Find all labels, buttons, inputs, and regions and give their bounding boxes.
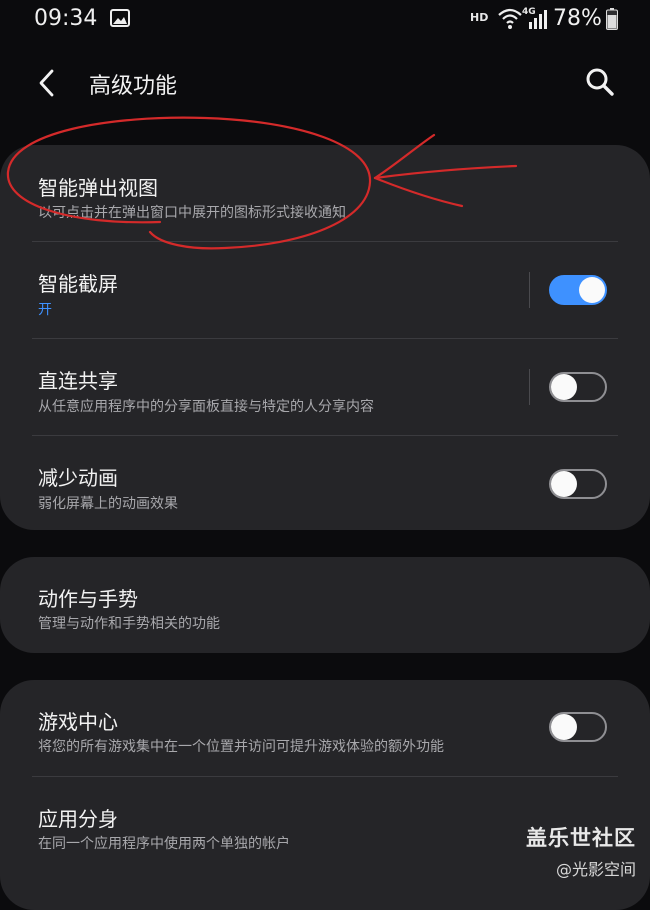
row-subtitle: 从任意应用程序中的分享面板直接与特定的人分享内容 — [38, 399, 374, 415]
vertical-divider — [529, 369, 530, 405]
row-title: 减少动画 — [38, 466, 118, 490]
vertical-divider — [529, 272, 530, 308]
hd-badge: HD — [470, 11, 489, 24]
watermark-author: @光影空间 — [555, 860, 636, 879]
watermark-title: 盖乐世社区 — [526, 826, 636, 850]
app-bar: 高级功能 — [0, 50, 650, 114]
page-title: 高级功能 — [89, 74, 178, 99]
smart-popup-view-row[interactable]: 智能弹出视图 以可点击并在弹出窗口中展开的图标形式接收通知 — [0, 145, 650, 241]
watermark: 盖乐世社区 @光影空间 — [526, 822, 636, 880]
row-title: 游戏中心 — [38, 710, 118, 734]
row-subtitle: 弱化屏幕上的动画效果 — [38, 496, 178, 512]
reduce-animations-row[interactable]: 减少动画 弱化屏幕上的动画效果 — [0, 436, 650, 530]
row-title: 应用分身 — [38, 807, 118, 831]
back-arrow-icon[interactable] — [34, 68, 60, 98]
row-subtitle: 以可点击并在弹出窗口中展开的图标形式接收通知 — [38, 205, 346, 221]
game-launcher-row[interactable]: 游戏中心 将您的所有游戏集中在一个位置并访问可提升游戏体验的额外功能 — [0, 680, 650, 776]
signal-icon — [529, 10, 547, 29]
smart-capture-toggle[interactable] — [549, 275, 607, 305]
toggle-knob — [551, 471, 577, 497]
status-bar: 09:34 HD 4G 78% — [0, 0, 650, 40]
settings-card-2: 动作与手势 管理与动作和手势相关的功能 — [0, 557, 650, 653]
battery-icon — [606, 8, 618, 30]
row-title: 动作与手势 — [38, 587, 138, 611]
toggle-knob — [551, 714, 577, 740]
wifi-icon — [498, 8, 522, 29]
settings-card-1: 智能弹出视图 以可点击并在弹出窗口中展开的图标形式接收通知 智能截屏 开 直连共… — [0, 145, 650, 530]
game-launcher-toggle[interactable] — [549, 712, 607, 742]
reduce-animations-toggle[interactable] — [549, 469, 607, 499]
row-status: 开 — [38, 302, 52, 318]
toggle-knob — [579, 277, 605, 303]
direct-share-toggle[interactable] — [549, 372, 607, 402]
row-subtitle: 将您的所有游戏集中在一个位置并访问可提升游戏体验的额外功能 — [38, 739, 444, 755]
row-title: 智能截屏 — [38, 272, 118, 296]
smart-capture-row[interactable]: 智能截屏 开 — [0, 242, 650, 338]
gallery-icon — [110, 9, 130, 27]
row-title: 智能弹出视图 — [38, 176, 158, 200]
row-title: 直连共享 — [38, 369, 118, 393]
row-subtitle: 在同一个应用程序中使用两个单独的帐户 — [38, 836, 290, 852]
direct-share-row[interactable]: 直连共享 从任意应用程序中的分享面板直接与特定的人分享内容 — [0, 339, 650, 435]
status-time: 09:34 — [34, 6, 98, 31]
motions-gestures-row[interactable]: 动作与手势 管理与动作和手势相关的功能 — [0, 557, 650, 653]
battery-percent: 78% — [553, 6, 602, 31]
toggle-knob — [551, 374, 577, 400]
search-icon[interactable] — [584, 66, 616, 98]
row-subtitle: 管理与动作和手势相关的功能 — [38, 616, 220, 632]
